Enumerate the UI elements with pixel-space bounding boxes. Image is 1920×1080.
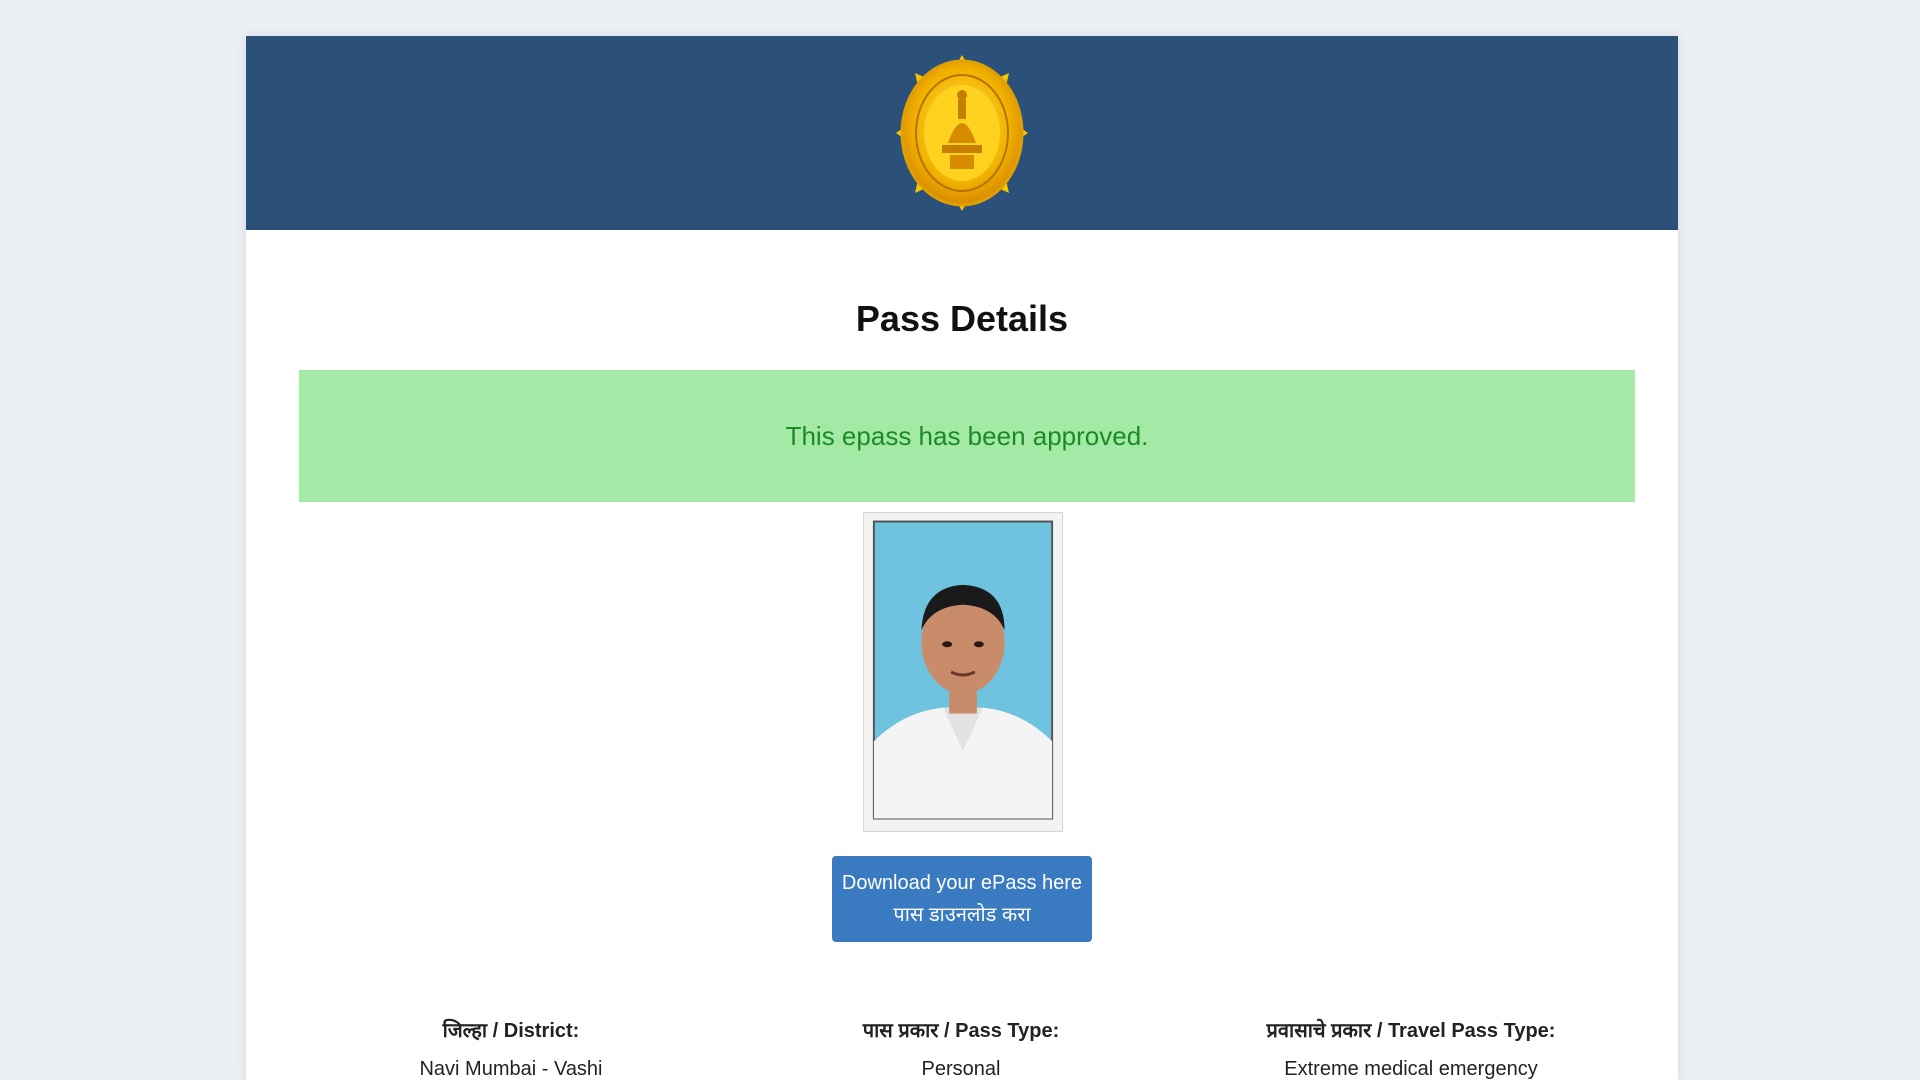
pass-type-label: पास प्रकार / Pass Type: <box>862 1020 1060 1042</box>
applicant-photo <box>863 512 1063 832</box>
alert-message: This epass has been approved. <box>785 420 1149 451</box>
pass-type-field: पास प्रकार / Pass Type: Personal <box>736 1016 1186 1080</box>
header-banner <box>246 36 1678 230</box>
approval-alert: This epass has been approved. <box>299 370 1635 502</box>
district-value: Navi Mumbai - Vashi <box>419 1058 603 1080</box>
applicant-photo-image <box>864 513 1062 831</box>
download-epass-button[interactable]: Download your ePass here पास डाउनलोड करा <box>832 856 1092 942</box>
emblem-icon <box>896 55 1028 211</box>
download-label-en: Download your ePass here <box>841 872 1083 894</box>
download-label-mr: पास डाउनलोड करा <box>893 904 1031 926</box>
travel-pass-type-field: प्रवासाचे प्रकार / Travel Pass Type: Ext… <box>1186 1016 1636 1080</box>
district-field: जिल्हा / District: Navi Mumbai - Vashi <box>286 1016 736 1080</box>
pass-card: Pass Details This epass has been approve… <box>246 36 1678 1080</box>
pass-type-value: Personal <box>921 1058 1001 1080</box>
travel-pass-type-value: Extreme medical emergency <box>1284 1058 1538 1080</box>
pass-details-grid: जिल्हा / District: Navi Mumbai - Vashi प… <box>246 1016 1678 1080</box>
page-title: Pass Details <box>855 298 1069 339</box>
travel-pass-type-label: प्रवासाचे प्रकार / Travel Pass Type: <box>1266 1020 1556 1042</box>
district-label: जिल्हा / District: <box>442 1020 580 1042</box>
